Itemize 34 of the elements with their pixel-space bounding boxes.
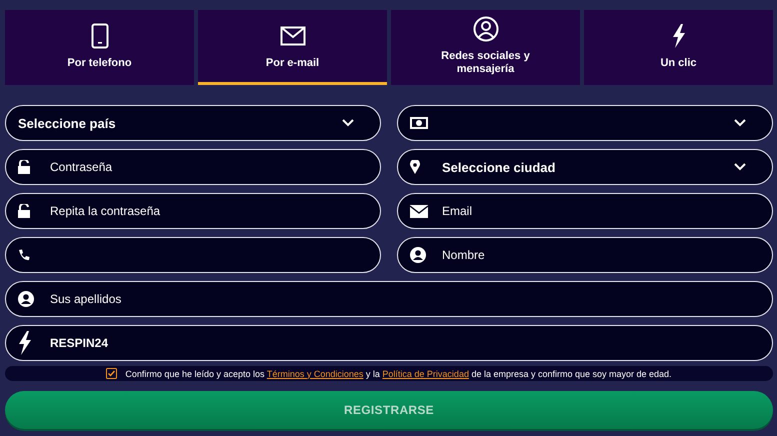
chevron-icon — [734, 119, 746, 127]
lightning-icon — [672, 24, 686, 48]
signup-method-tab[interactable]: Un clic — [584, 10, 773, 85]
banknote-icon — [410, 117, 428, 129]
phone-icon — [18, 249, 30, 261]
link[interactable]: Política de Privacidad — [382, 368, 469, 378]
signup-method-tab[interactable]: Redes sociales y mensajería — [391, 10, 580, 85]
envelope-icon — [280, 26, 306, 46]
input-field[interactable]: Repita la contraseña — [5, 193, 381, 229]
input-field[interactable] — [5, 237, 381, 273]
phone-icon — [90, 22, 108, 48]
dropdown-field[interactable]: Seleccione país — [5, 105, 381, 141]
input-field[interactable]: Email — [397, 193, 773, 229]
input-field[interactable]: Nombre — [397, 237, 773, 273]
checkbox[interactable] — [106, 368, 118, 379]
lightning-icon — [18, 331, 32, 355]
envelope-icon — [410, 204, 428, 218]
input-field[interactable]: Contraseña — [5, 149, 381, 185]
user-icon — [472, 16, 498, 42]
signup-method-tab[interactable]: Por telefono — [5, 10, 194, 85]
chevron-icon — [342, 119, 354, 127]
user-icon — [18, 291, 34, 307]
signup-method-tab[interactable]: Por e-mail — [198, 10, 387, 85]
input-field[interactable]: Sus apellidos — [5, 281, 773, 317]
dropdown-field[interactable]: Seleccione ciudad — [397, 149, 773, 185]
link[interactable]: Términos y Condiciones — [266, 368, 364, 378]
user-icon — [410, 247, 426, 263]
input-field[interactable]: RESPIN24 — [5, 325, 773, 361]
location-pin-icon — [410, 160, 420, 174]
dropdown-field[interactable] — [397, 105, 773, 141]
padlock-icon — [18, 204, 30, 218]
consent-text: Confirmo que he leído y acepto los Términos y Condiciones y la Política de Privacidad de la empresa y confirmo que soy mayor de edad. — [125, 368, 672, 378]
chevron-icon — [734, 163, 746, 171]
padlock-icon — [18, 160, 30, 174]
